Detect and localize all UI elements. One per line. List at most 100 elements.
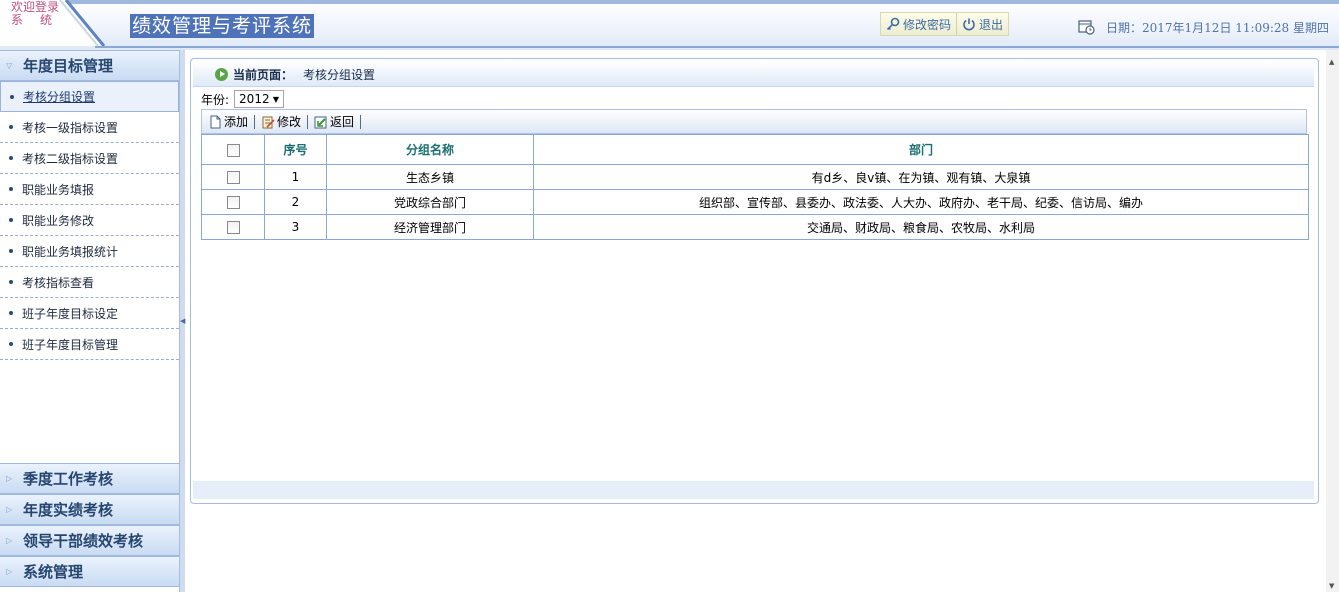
- row-group-name: 经济管理部门: [326, 214, 534, 240]
- sidebar-section-quarterly[interactable]: ▷ 季度工作考核: [0, 463, 179, 494]
- edit-label: 修改: [277, 115, 302, 129]
- collapse-arrow-icon[interactable]: ◀: [180, 315, 185, 327]
- row-checkbox[interactable]: [226, 171, 240, 184]
- sidebar-splitter[interactable]: ◀: [179, 50, 185, 592]
- sidebar-item-indicator-view[interactable]: 考核指标查看: [0, 267, 179, 298]
- table-header-row: 序号 分组名称 部门: [201, 134, 1309, 165]
- sidebar-item-team-goal-management[interactable]: 班子年度目标管理: [0, 329, 179, 360]
- year-label: 年份:: [201, 92, 230, 107]
- bullet-icon: [9, 311, 13, 315]
- year-select-value: 2012: [239, 92, 270, 106]
- logout-label: 退出: [979, 17, 1004, 32]
- bullet-icon: [9, 280, 13, 284]
- row-departments: 组织部、宣传部、县委办、政法委、人大办、政府办、老干局、纪委、信访局、编办: [533, 189, 1309, 215]
- scroll-up-icon[interactable]: ▲: [1329, 58, 1334, 66]
- year-select[interactable]: 2012 ▼: [234, 90, 285, 108]
- sidebar-item-label: 职能业务修改: [22, 213, 95, 228]
- chevron-right-icon: ▷: [6, 505, 13, 514]
- chevron-right-icon: ▷: [6, 536, 13, 545]
- breadcrumb-label: 当前页面：: [233, 68, 294, 82]
- sidebar-item-label: 职能业务填报统计: [22, 244, 119, 259]
- dropdown-arrow-icon: ▼: [272, 94, 280, 104]
- table-row: 2 党政综合部门 组织部、宣传部、县委办、政法委、人大办、政府办、老干局、纪委、…: [201, 189, 1309, 215]
- row-select-cell: [201, 214, 265, 240]
- sidebar-section-label: 系统管理: [23, 563, 84, 581]
- header-divider: [95, 46, 1339, 48]
- bullet-icon: [9, 249, 13, 253]
- group-table: 序号 分组名称 部门 1 生态乡镇 有d乡、良v镇、在为镇、观有镇、大泉镇 2 …: [201, 134, 1309, 240]
- scroll-down-icon[interactable]: ▼: [1329, 582, 1334, 590]
- row-departments: 交通局、财政局、粮食局、农牧局、水利局: [533, 214, 1309, 240]
- table-row: 1 生态乡镇 有d乡、良v镇、在为镇、观有镇、大泉镇: [201, 164, 1309, 190]
- panel-footer-bar: [193, 481, 1314, 499]
- back-button[interactable]: 返回: [308, 113, 360, 130]
- bullet-icon: [9, 218, 13, 222]
- select-all-checkbox[interactable]: [226, 143, 240, 157]
- top-header: 欢迎登录 系统 绩效管理与考评系统 修改密码 退出 日期：2017年1月12日 …: [0, 0, 1339, 50]
- sidebar-item-label: 考核二级指标设置: [22, 151, 119, 166]
- sidebar-section-leader-performance[interactable]: ▷ 领导干部绩效考核: [0, 525, 179, 556]
- welcome-text-line2: 系统: [11, 13, 70, 27]
- breadcrumb-current-page: 考核分组设置: [303, 68, 376, 82]
- bullet-icon: [9, 342, 13, 346]
- key-icon: [886, 17, 900, 31]
- row-group-name: 生态乡镇: [326, 164, 534, 190]
- sidebar-section-system[interactable]: ▷ 系统管理: [0, 556, 179, 587]
- row-no: 1: [264, 164, 327, 190]
- sidebar-item-label: 考核指标查看: [22, 275, 95, 290]
- welcome-banner: 欢迎登录 系统: [0, 0, 106, 48]
- return-icon: [314, 116, 327, 128]
- row-no: 2: [264, 189, 327, 215]
- sidebar-section-annual-performance[interactable]: ▷ 年度实绩考核: [0, 494, 179, 525]
- row-checkbox[interactable]: [226, 196, 240, 209]
- sidebar-item-business-edit[interactable]: 职能业务修改: [0, 205, 179, 236]
- sidebar-item-label: 班子年度目标设定: [22, 306, 119, 321]
- toolbar: 添加 修改 返回: [201, 109, 1307, 134]
- sidebar-section-label: 领导干部绩效考核: [23, 532, 144, 550]
- row-checkbox[interactable]: [226, 221, 240, 234]
- breadcrumb: 当前页面： 考核分组设置: [193, 61, 1314, 87]
- page-scrollbar[interactable]: ▲ ▼: [1326, 50, 1339, 592]
- table-row: 3 经济管理部门 交通局、财政局、粮食局、农牧局、水利局: [201, 214, 1309, 240]
- row-no: 3: [264, 214, 327, 240]
- back-label: 返回: [330, 115, 355, 129]
- sidebar-item-business-stats[interactable]: 职能业务填报统计: [0, 236, 179, 267]
- bullet-icon: [9, 187, 13, 191]
- year-filter: 年份: 2012 ▼: [201, 89, 285, 109]
- row-departments: 有d乡、良v镇、在为镇、观有镇、大泉镇: [533, 164, 1309, 190]
- sidebar: ▽ 年度目标管理 考核分组设置 考核一级指标设置 考核二级指标设置 职能业务填报…: [0, 50, 180, 592]
- header-top-stripe: [60, 0, 1339, 4]
- add-label: 添加: [224, 115, 249, 129]
- new-document-icon: [210, 115, 221, 128]
- column-header-departments: 部门: [533, 134, 1309, 165]
- edit-button[interactable]: 修改: [255, 113, 307, 130]
- column-header-no: 序号: [264, 134, 327, 165]
- sidebar-item-level1-indicators[interactable]: 考核一级指标设置: [0, 112, 179, 143]
- sidebar-section-label: 季度工作考核: [23, 470, 114, 488]
- row-select-cell: [201, 189, 265, 215]
- change-password-label: 修改密码: [903, 17, 952, 32]
- sidebar-item-team-goal-setting[interactable]: 班子年度目标设定: [0, 298, 179, 329]
- logout-button[interactable]: 退出: [956, 13, 1008, 35]
- bullet-icon: [9, 156, 13, 160]
- sidebar-section-annual-goals[interactable]: ▽ 年度目标管理: [0, 50, 179, 81]
- current-date: 日期：2017年1月12日 11:09:28 星期四: [1106, 21, 1329, 35]
- chevron-down-icon: ▽: [6, 61, 13, 70]
- row-select-cell: [201, 164, 265, 190]
- toolbar-separator: [360, 114, 362, 129]
- sidebar-item-label: 职能业务填报: [22, 182, 95, 197]
- chevron-right-icon: ▷: [6, 474, 13, 483]
- header-actions: 修改密码 退出: [880, 12, 1010, 36]
- change-password-button[interactable]: 修改密码: [881, 13, 956, 35]
- bullet-icon: [10, 94, 14, 99]
- play-circle-icon: [215, 68, 228, 81]
- sidebar-item-level2-indicators[interactable]: 考核二级指标设置: [0, 143, 179, 174]
- add-button[interactable]: 添加: [202, 113, 254, 130]
- main-panel: 当前页面： 考核分组设置 年份: 2012 ▼ 添加 修改 返回 序号 分组名称…: [190, 58, 1319, 504]
- sidebar-item-group-settings[interactable]: 考核分组设置: [0, 81, 179, 112]
- system-title: 绩效管理与考评系统: [130, 14, 315, 38]
- sidebar-item-business-report[interactable]: 职能业务填报: [0, 174, 179, 205]
- sidebar-item-label: 考核分组设置: [23, 90, 96, 104]
- sidebar-item-label: 班子年度目标管理: [22, 337, 119, 352]
- row-group-name: 党政综合部门: [326, 189, 534, 215]
